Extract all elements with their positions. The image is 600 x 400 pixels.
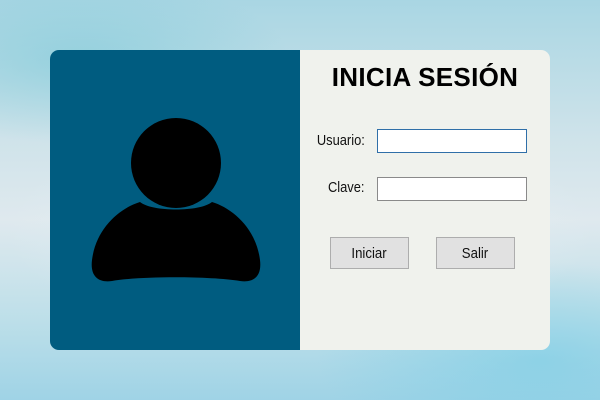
- avatar-panel: [50, 50, 300, 350]
- exit-button[interactable]: Salir: [436, 237, 515, 269]
- login-button-label: Iniciar: [351, 244, 388, 262]
- password-input[interactable]: [377, 177, 527, 201]
- user-input[interactable]: [377, 129, 527, 153]
- login-button[interactable]: Iniciar: [330, 237, 409, 269]
- login-card: INICIA SESIÓN Usuario: Clave: Iniciar Sa…: [50, 50, 550, 350]
- password-label: Clave:: [328, 179, 365, 196]
- user-avatar-icon: [91, 118, 261, 282]
- user-label: Usuario:: [316, 132, 365, 149]
- login-form-panel: INICIA SESIÓN Usuario: Clave: Iniciar Sa…: [300, 50, 550, 350]
- exit-button-label: Salir: [462, 244, 489, 262]
- page-title: INICIA SESIÓN: [331, 62, 519, 92]
